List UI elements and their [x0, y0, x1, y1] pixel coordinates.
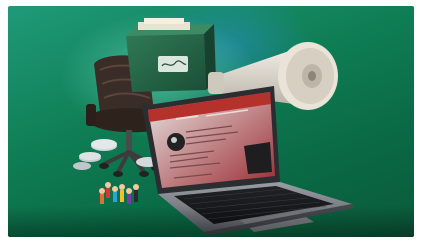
green-storage-box [126, 18, 216, 92]
screen-phone-icon [244, 142, 272, 174]
bottom-vignette [8, 206, 414, 237]
image-frame [8, 6, 414, 237]
promo-illustration [73, 18, 354, 236]
disc-stack-left [73, 139, 160, 170]
toy-figures [99, 182, 139, 204]
